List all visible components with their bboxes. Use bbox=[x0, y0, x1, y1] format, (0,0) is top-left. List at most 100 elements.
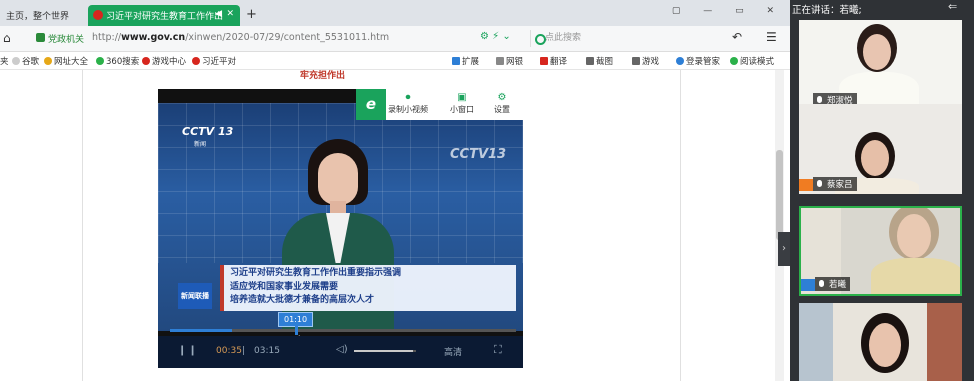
reader-mode-button[interactable]: 阅读模式 bbox=[730, 55, 774, 67]
tab-active-label: 习近平对研究生教育工作作出 bbox=[106, 12, 224, 22]
page-scrollbar[interactable] bbox=[775, 70, 784, 381]
menu-icon[interactable]: ☰ bbox=[766, 30, 777, 44]
settings-icon: ⚙ bbox=[497, 92, 507, 103]
quality-button[interactable]: 高清 bbox=[444, 345, 462, 358]
undo-icon[interactable]: ↶ bbox=[732, 30, 742, 44]
volume-slider[interactable] bbox=[354, 350, 416, 352]
anchor-face bbox=[318, 153, 358, 205]
progress-fill bbox=[170, 329, 233, 332]
tab-home[interactable]: 主页，整个世界 bbox=[0, 5, 86, 26]
bookmark-label: 习近平对 bbox=[202, 57, 237, 67]
participant-face bbox=[869, 323, 901, 367]
window-backdrop bbox=[799, 303, 833, 381]
current-time: 00:35 bbox=[216, 346, 242, 356]
gov-emblem-icon bbox=[93, 10, 103, 20]
toolbar-label: 小窗口 bbox=[450, 105, 474, 114]
participant-video[interactable]: 郑淑悦 bbox=[799, 20, 962, 110]
volume-icon[interactable]: ◁) bbox=[336, 344, 348, 355]
scissors-icon bbox=[586, 57, 594, 65]
speaking-indicator: 正在讲话：若曦; bbox=[792, 5, 862, 16]
bookmark-label: 登录管家 bbox=[686, 57, 721, 67]
site-badge[interactable]: 党政机关 bbox=[36, 32, 84, 45]
channel-watermark: CCTV13 bbox=[450, 147, 507, 162]
login-manager-button[interactable]: 登录管家 bbox=[676, 55, 720, 67]
bookmark-label: 游戏 bbox=[642, 57, 660, 67]
collapse-panel-button[interactable]: › bbox=[778, 232, 790, 266]
video-player[interactable]: CCTV 13 新闻 CCTV13 新闻联播 习近平对研究生教育工作作出重要指示… bbox=[158, 89, 523, 368]
gov-emblem-icon bbox=[192, 57, 200, 65]
channel-sub: 新闻 bbox=[194, 141, 207, 148]
bookmark-xjp[interactable]: 习近平对 bbox=[192, 55, 236, 67]
scrollbar-thumb[interactable] bbox=[776, 150, 783, 240]
content-divider bbox=[680, 70, 681, 381]
key-icon bbox=[676, 57, 684, 65]
bookmark-folder[interactable]: 夹 bbox=[0, 55, 9, 67]
bookmark-google[interactable]: 谷歌 bbox=[12, 55, 39, 67]
close-tab-icon[interactable]: ✕ bbox=[226, 9, 234, 19]
url-input[interactable]: http://www.gov.cn/xinwen/2020-07/29/cont… bbox=[92, 32, 389, 43]
player-toolbar: e ⏺ 录制小视频 ▣ 小窗口 ⚙ 设置 bbox=[356, 89, 523, 120]
mini-window-icon: ▣ bbox=[457, 92, 467, 103]
url-path: /xinwen/2020-07/29/content_5531011.htm bbox=[185, 32, 390, 43]
home-icon[interactable]: ⌂ bbox=[3, 31, 11, 45]
back-arrow-icon[interactable]: ⇐ bbox=[948, 0, 957, 13]
extensions-button[interactable]: 扩展 bbox=[452, 55, 479, 67]
reader-icon bbox=[730, 57, 738, 65]
url-domain: www.gov.cn bbox=[121, 32, 186, 43]
bookmark-games[interactable]: 游戏中心 bbox=[142, 55, 186, 67]
news-program-logo: 新闻联播 bbox=[178, 283, 212, 309]
video-frame[interactable]: CCTV 13 新闻 CCTV13 新闻联播 习近平对研究生教育工作作出重要指示… bbox=[158, 103, 523, 331]
record-icon: ⏺ bbox=[405, 92, 411, 103]
article-heading: 牢充担作出 bbox=[300, 71, 346, 81]
bookmark-label: 网址大全 bbox=[54, 57, 89, 67]
tab-active[interactable]: 习近平对研究生教育工作作出 ◀ ✕ bbox=[88, 5, 240, 26]
participant-video[interactable] bbox=[799, 303, 962, 381]
window-controls[interactable]: ▢ — ▭ ✕ bbox=[672, 6, 784, 16]
address-bar: ⌂ 党政机关 http://www.gov.cn/xinwen/2020-07/… bbox=[0, 26, 790, 52]
bookmark-label: 翻译 bbox=[550, 57, 568, 67]
pause-icon[interactable]: ❙❙ bbox=[178, 345, 199, 356]
caption-line: 习近平对研究生教育工作作出重要指示强调 bbox=[230, 268, 402, 278]
time-separator: | bbox=[242, 346, 246, 356]
caption-line: 适应党和国家事业发展需要 bbox=[230, 281, 339, 292]
mini-window-button[interactable]: ▣ 小窗口 bbox=[440, 92, 484, 115]
content-divider bbox=[82, 70, 83, 381]
volume-fill bbox=[354, 350, 413, 352]
tab-bar: 主页，整个世界 习近平对研究生教育工作作出 ◀ ✕ + ▢ — ▭ ✕ bbox=[0, 0, 790, 26]
progress-bar[interactable] bbox=[170, 326, 516, 335]
host-icon bbox=[799, 179, 813, 191]
games-button[interactable]: 游戏 bbox=[632, 55, 659, 67]
bookmark-360[interactable]: 360搜索 bbox=[96, 55, 139, 67]
participant-torso bbox=[871, 258, 960, 294]
speaker-icon[interactable]: ◀ bbox=[215, 9, 222, 19]
toolbar-label: 设置 bbox=[494, 105, 510, 114]
translate-button[interactable]: 翻译 bbox=[540, 55, 567, 67]
bookmark-label: 阅读模式 bbox=[740, 57, 775, 67]
tab-home-label: 主页，整个世界 bbox=[6, 12, 70, 22]
meeting-panel: 正在讲话：若曦; ⇐ › 郑淑悦 蔡家吕 若曦 bbox=[778, 0, 974, 381]
translate-icon bbox=[540, 57, 548, 65]
screenshot-button[interactable]: 截图 bbox=[586, 55, 613, 67]
bookmark-label: 360搜索 bbox=[106, 57, 140, 67]
participant-face bbox=[863, 34, 891, 70]
progress-tooltip: 01:10 bbox=[278, 312, 314, 327]
meeting-header: 正在讲话：若曦; ⇐ bbox=[790, 0, 974, 16]
fullscreen-icon[interactable]: ⛶ bbox=[494, 343, 502, 357]
netbank-button[interactable]: 网银 bbox=[496, 55, 523, 67]
participant-video[interactable]: 蔡家吕 bbox=[799, 104, 962, 194]
settings-button[interactable]: ⚙ 设置 bbox=[480, 92, 523, 115]
browser-logo-icon: e bbox=[356, 89, 386, 120]
bookmark-label: 截图 bbox=[596, 57, 614, 67]
new-tab-button[interactable]: + bbox=[246, 7, 257, 22]
360-icon bbox=[96, 57, 104, 65]
search-input[interactable]: 点此搜索 bbox=[530, 30, 706, 47]
participant-name: 蔡家吕 bbox=[813, 177, 857, 191]
participant-video-active[interactable]: 若曦 bbox=[799, 206, 962, 296]
speed-icon[interactable]: ⚙ ⚡ ⌄ bbox=[480, 31, 511, 42]
game-icon bbox=[142, 57, 150, 65]
page-content: 牢充担作出 CCTV 13 新闻 CCTV13 新闻联播 习近平对研究生教育工作… bbox=[0, 70, 790, 381]
total-time: 03:15 bbox=[254, 346, 280, 356]
bookmark-hao[interactable]: 网址大全 bbox=[44, 55, 88, 67]
news-caption: 习近平对研究生教育工作作出重要指示强调 适应党和国家事业发展需要 培养造就大批德… bbox=[220, 265, 516, 311]
record-video-button[interactable]: ⏺ 录制小视频 bbox=[386, 92, 430, 115]
